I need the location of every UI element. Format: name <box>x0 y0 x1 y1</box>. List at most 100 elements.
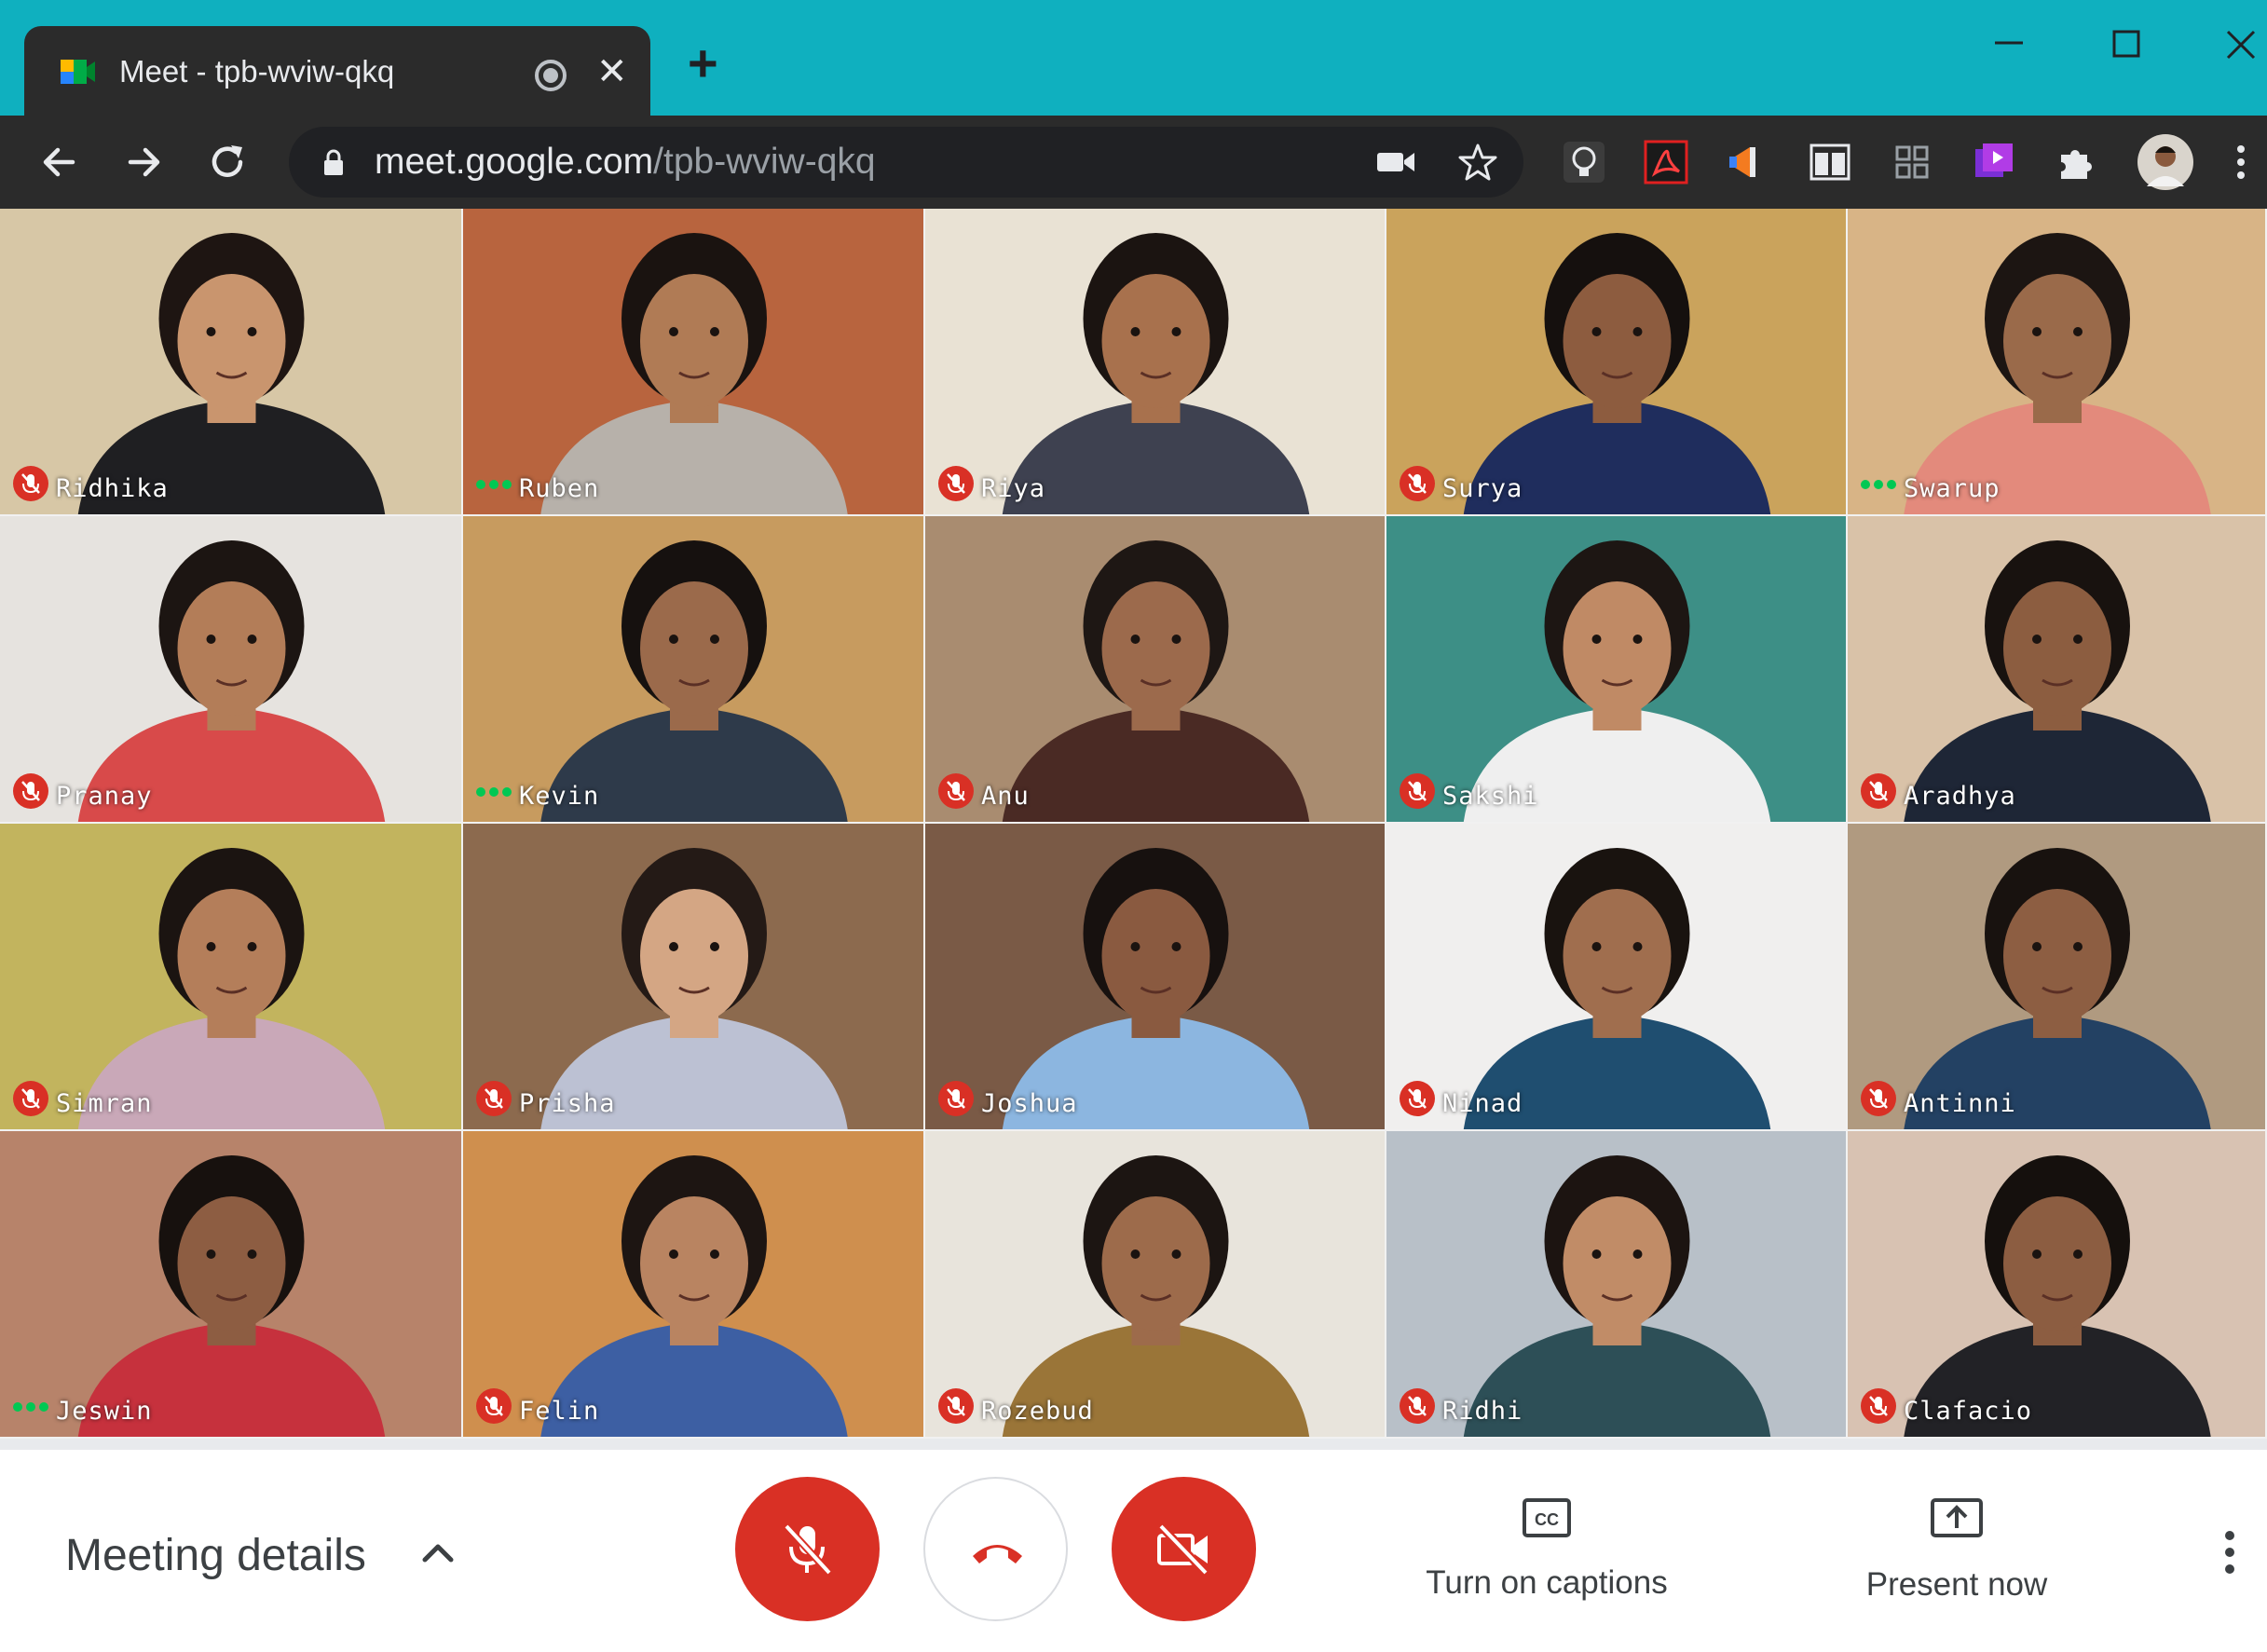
chevron-up-icon[interactable] <box>419 1539 457 1565</box>
close-tab-button[interactable]: ✕ <box>596 48 628 95</box>
tab-title: Meet - tpb-wviw-qkq <box>119 54 395 89</box>
participant-tile[interactable]: Ruben <box>463 209 925 516</box>
participant-name: Riya <box>981 474 1046 503</box>
mic-muted-icon <box>13 1081 48 1116</box>
participant-video <box>1002 1155 1310 1437</box>
minimize-window-button[interactable] <box>1982 22 2038 69</box>
participant-name: Surya <box>1442 474 1523 503</box>
participant-video <box>1002 233 1310 514</box>
participant-tile[interactable]: Prisha <box>463 824 925 1131</box>
participant-name: Felin <box>519 1397 600 1426</box>
google-meet-icon <box>61 60 95 84</box>
participant-tile[interactable]: Antinni <box>1848 824 2267 1131</box>
captions-button[interactable]: CC Turn on captions <box>1398 1495 1696 1604</box>
participant-video <box>1463 848 1771 1129</box>
participant-tile[interactable]: Swarup <box>1848 209 2267 516</box>
forward-arrow-icon[interactable] <box>119 138 168 186</box>
captions-label: Turn on captions <box>1426 1564 1668 1601</box>
participant-video <box>1463 233 1771 514</box>
participant-tile[interactable]: Jeswin <box>0 1131 463 1439</box>
participant-tile[interactable]: Surya <box>1386 209 1848 516</box>
browser-toolbar: meet.google.com/tpb-wviw-qkq <box>0 116 2267 209</box>
participant-tile[interactable]: Joshua <box>925 824 1386 1131</box>
participant-tile[interactable]: Clafacio <box>1848 1131 2267 1439</box>
participant-video <box>77 848 386 1129</box>
participant-tile[interactable]: Ninad <box>1386 824 1848 1131</box>
columns-icon[interactable] <box>1804 136 1856 188</box>
address-bar[interactable]: meet.google.com/tpb-wviw-qkq <box>289 127 1523 198</box>
present-screen-icon <box>1931 1498 1983 1537</box>
participant-name: Joshua <box>981 1089 1078 1118</box>
participant-tile[interactable]: Riya <box>925 209 1386 516</box>
participant-video <box>1904 233 2211 514</box>
mic-muted-icon <box>476 1388 512 1424</box>
mic-muted-icon <box>1861 773 1896 809</box>
lightbulb-icon[interactable] <box>1558 136 1610 188</box>
hang-up-icon <box>973 1545 1022 1563</box>
camera-off-button[interactable] <box>1112 1477 1256 1621</box>
participant-name: Prisha <box>519 1089 616 1118</box>
mic-muted-icon <box>476 1081 512 1116</box>
closed-captions-icon: CC <box>1523 1498 1571 1537</box>
back-arrow-icon[interactable] <box>35 138 84 186</box>
grid-icon[interactable] <box>1886 136 1938 188</box>
recording-indicator-icon <box>535 60 567 91</box>
participant-name: Jeswin <box>56 1397 153 1426</box>
participant-video <box>540 233 848 514</box>
new-tab-button[interactable]: + <box>688 37 718 89</box>
speaking-indicator-icon <box>476 480 512 489</box>
profile-avatar[interactable] <box>2136 132 2195 192</box>
participant-tile[interactable]: Kevin <box>463 516 925 824</box>
participant-name: Ridhi <box>1442 1397 1523 1426</box>
mic-muted-icon <box>938 773 974 809</box>
participant-tile[interactable]: Simran <box>0 824 463 1131</box>
lock-icon <box>324 149 343 175</box>
participant-tile[interactable]: Anu <box>925 516 1386 824</box>
meeting-details-button[interactable]: Meeting details <box>65 1528 366 1584</box>
acrobat-icon[interactable] <box>1640 136 1692 188</box>
mic-muted-icon <box>1861 1081 1896 1116</box>
speaking-indicator-icon <box>1861 480 1896 489</box>
present-now-button[interactable]: Present now <box>1808 1495 2106 1605</box>
participant-name: Simran <box>56 1089 153 1118</box>
reload-icon[interactable] <box>203 138 252 186</box>
participant-name: Sakshi <box>1442 782 1539 811</box>
control-bar-divider <box>0 1439 2267 1450</box>
participant-name: Aradhya <box>1904 782 2016 811</box>
megaphone-icon[interactable] <box>1722 136 1774 188</box>
participant-name: Pranay <box>56 782 153 811</box>
maximize-window-button[interactable] <box>2099 22 2155 69</box>
participant-tile[interactable]: Rozebud <box>925 1131 1386 1439</box>
video-off-icon <box>1157 1522 1209 1577</box>
svg-text:CC: CC <box>1535 1510 1559 1529</box>
url-path: /tpb-wviw-qkq <box>653 142 876 182</box>
puzzle-icon[interactable] <box>2050 136 2102 188</box>
more-options-icon[interactable] <box>2216 1524 2244 1580</box>
participant-video <box>540 1155 848 1437</box>
microphone-off-button[interactable] <box>735 1477 880 1621</box>
camera-permission-icon[interactable] <box>1375 147 1418 177</box>
participant-tile[interactable]: Ridhika <box>0 209 463 516</box>
participant-video <box>77 540 386 822</box>
bookmark-star-icon[interactable] <box>1457 142 1498 183</box>
url-text: meet.google.com/tpb-wviw-qkq <box>375 138 876 186</box>
mic-muted-icon <box>1400 1388 1435 1424</box>
participant-tile[interactable]: Felin <box>463 1131 925 1439</box>
participant-name: Rozebud <box>981 1397 1094 1426</box>
mic-muted-icon <box>938 1081 974 1116</box>
close-window-button[interactable] <box>2213 22 2267 69</box>
browser-tab-meet[interactable]: Meet - tpb-wviw-qkq ✕ <box>24 26 650 117</box>
present-now-label: Present now <box>1865 1566 2048 1603</box>
leave-call-button[interactable] <box>923 1477 1068 1621</box>
mic-muted-icon <box>1400 773 1435 809</box>
participant-video <box>540 540 848 822</box>
participant-tile[interactable]: Aradhya <box>1848 516 2267 824</box>
video-ext-icon[interactable] <box>1968 136 2020 188</box>
speaking-indicator-icon <box>13 1402 48 1412</box>
participant-video <box>1904 848 2211 1129</box>
menu-dots-icon[interactable] <box>2227 136 2255 188</box>
participant-tile[interactable]: Sakshi <box>1386 516 1848 824</box>
participant-name: Clafacio <box>1904 1397 2033 1426</box>
participant-tile[interactable]: Pranay <box>0 516 463 824</box>
participant-tile[interactable]: Ridhi <box>1386 1131 1848 1439</box>
